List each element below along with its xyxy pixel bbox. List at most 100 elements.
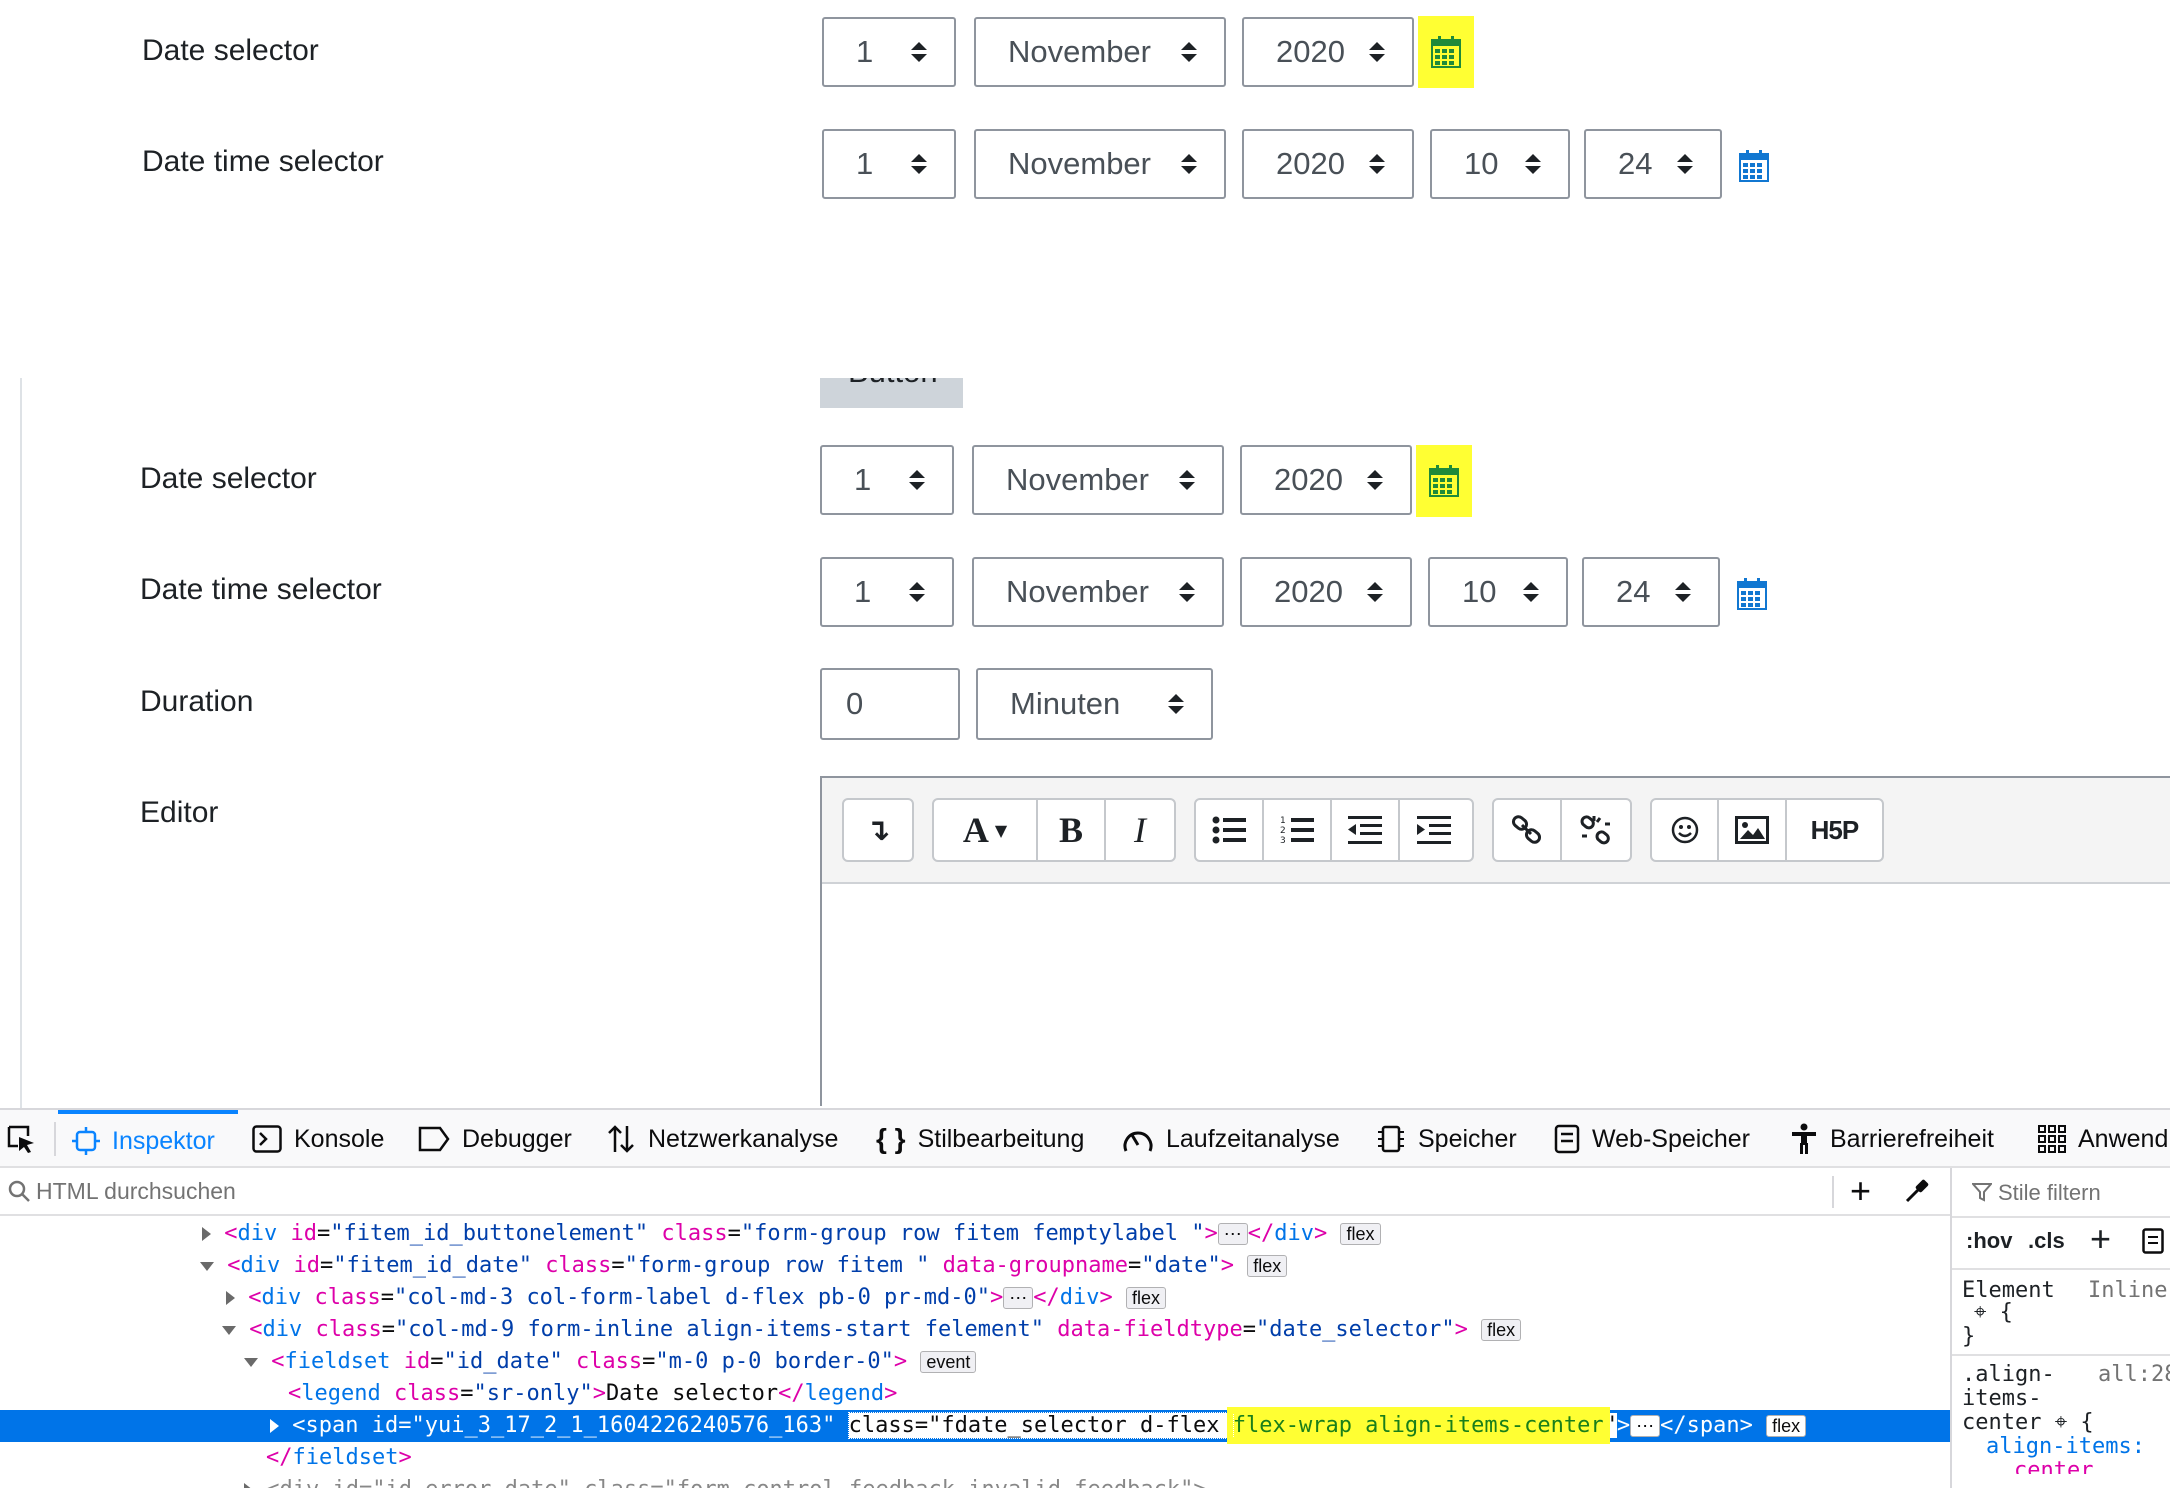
print-media-icon[interactable] bbox=[2142, 1228, 2164, 1254]
calendar-icon[interactable] bbox=[1724, 558, 1780, 630]
expand-icon[interactable] bbox=[244, 1483, 253, 1488]
accessibility-icon bbox=[1792, 1123, 1816, 1154]
tab-label: Inspektor bbox=[112, 1126, 215, 1155]
indent-icon bbox=[1417, 816, 1451, 844]
tab-debugger[interactable]: Debugger bbox=[418, 1110, 572, 1168]
tree-node-selected[interactable]: <span id="yui_3_17_2_1_1604226240576_163… bbox=[0, 1407, 1950, 1444]
day-select[interactable]: 1 bbox=[820, 557, 954, 627]
expand-icon[interactable] bbox=[202, 1227, 211, 1241]
minute-select[interactable]: 24 bbox=[1582, 557, 1720, 627]
italic-button[interactable]: I bbox=[1106, 800, 1174, 860]
styles-filter-input[interactable]: Stile filtern bbox=[1998, 1180, 2101, 1206]
flex-badge[interactable]: flex bbox=[1126, 1287, 1167, 1309]
tree-node[interactable]: <legend class="sr-only">Date selector</l… bbox=[0, 1378, 1950, 1410]
element-picker-button[interactable] bbox=[6, 1110, 36, 1168]
year-select[interactable]: 2020 bbox=[1240, 445, 1412, 515]
ellipsis-badge[interactable]: ⋯ bbox=[1217, 1223, 1248, 1245]
tab-label: Web-Speicher bbox=[1592, 1124, 1750, 1153]
hov-toggle[interactable]: :hov bbox=[1966, 1228, 2012, 1254]
month-select[interactable]: November bbox=[972, 445, 1224, 515]
divider bbox=[1952, 1354, 2170, 1356]
month-select[interactable]: November bbox=[974, 129, 1226, 199]
event-badge[interactable]: event bbox=[920, 1351, 977, 1373]
filter-icon bbox=[1972, 1183, 1992, 1202]
flex-badge[interactable]: flex bbox=[1481, 1319, 1522, 1341]
cls-toggle[interactable]: .cls bbox=[2028, 1228, 2065, 1254]
month-value: November bbox=[1006, 574, 1149, 609]
h5p-button[interactable]: H5P bbox=[1787, 800, 1882, 860]
year-select[interactable]: 2020 bbox=[1242, 17, 1414, 87]
unordered-list-button[interactable] bbox=[1196, 800, 1264, 860]
tab-inspektor[interactable]: Inspektor bbox=[58, 1110, 238, 1168]
sort-arrows-icon bbox=[910, 42, 928, 62]
collapse-button[interactable]: ↴ bbox=[844, 800, 912, 860]
eyedropper-icon[interactable] bbox=[1904, 1178, 1930, 1204]
sort-arrows-icon bbox=[910, 154, 928, 174]
tab-anwendung[interactable]: Anwend bbox=[2038, 1110, 2168, 1168]
tree-node[interactable]: <div id="fitem_id_date" class="form-grou… bbox=[0, 1250, 1950, 1282]
tree-node[interactable]: <div class="col-md-9 form-inline align-i… bbox=[0, 1314, 1950, 1346]
collapse-icon[interactable] bbox=[200, 1261, 214, 1271]
tree-node[interactable]: <div id="id_error_date" class="form-cont… bbox=[0, 1474, 1950, 1488]
duration-unit-select[interactable]: Minuten bbox=[976, 668, 1213, 740]
ellipsis-badge[interactable]: ⋯ bbox=[1630, 1415, 1661, 1437]
ellipsis-badge[interactable]: ⋯ bbox=[1003, 1287, 1034, 1309]
emoji-button[interactable] bbox=[1652, 800, 1720, 860]
indent-button[interactable] bbox=[1400, 800, 1468, 860]
ordered-list-button[interactable]: 123 bbox=[1264, 800, 1332, 860]
add-node-icon[interactable]: + bbox=[1850, 1170, 1871, 1212]
tab-web-speicher[interactable]: Web-Speicher bbox=[1554, 1110, 1750, 1168]
tree-node[interactable]: <div id="fitem_id_buttonelement" class="… bbox=[0, 1218, 1950, 1250]
rule-value[interactable]: center bbox=[2014, 1458, 2093, 1474]
tree-node[interactable]: </fieldset> bbox=[0, 1442, 1950, 1474]
flex-badge[interactable]: flex bbox=[1766, 1415, 1807, 1437]
outdent-button[interactable] bbox=[1332, 800, 1400, 860]
html-search-input[interactable]: HTML durchsuchen bbox=[36, 1178, 236, 1205]
hour-select[interactable]: 10 bbox=[1430, 129, 1570, 199]
tab-netzwerkanalyse[interactable]: Netzwerkanalyse bbox=[606, 1110, 838, 1168]
unlink-button[interactable] bbox=[1562, 800, 1630, 860]
rule-property[interactable]: align-items: bbox=[1986, 1434, 2145, 1459]
year-select[interactable]: 2020 bbox=[1242, 129, 1414, 199]
tab-konsole[interactable]: Konsole bbox=[252, 1110, 384, 1168]
outdent-icon bbox=[1348, 816, 1382, 844]
day-select[interactable]: 1 bbox=[822, 129, 956, 199]
add-rule-icon[interactable]: + bbox=[2090, 1218, 2111, 1260]
sort-arrows-icon bbox=[1180, 42, 1198, 62]
element-rule-open: ⌖ { bbox=[1974, 1300, 2013, 1325]
link-button[interactable] bbox=[1494, 800, 1562, 860]
expand-icon[interactable] bbox=[226, 1291, 235, 1305]
tab-speicher[interactable]: Speicher bbox=[1376, 1110, 1517, 1168]
day-select[interactable]: 1 bbox=[820, 445, 954, 515]
flex-badge[interactable]: flex bbox=[1340, 1223, 1381, 1245]
hour-select[interactable]: 10 bbox=[1428, 557, 1568, 627]
calendar-icon[interactable] bbox=[1416, 445, 1472, 517]
tree-node[interactable]: <div class="col-md-3 col-form-label d-fl… bbox=[0, 1282, 1950, 1314]
tab-barrierefreiheit[interactable]: Barrierefreiheit bbox=[1790, 1110, 1994, 1168]
text-editor[interactable]: ↴ A ▼ B I 123 H5P bbox=[820, 776, 2170, 1106]
minute-select[interactable]: 24 bbox=[1584, 129, 1722, 199]
tree-node[interactable]: <fieldset id="id_date" class="m-0 p-0 bo… bbox=[0, 1346, 1950, 1378]
bold-button[interactable]: B bbox=[1038, 800, 1106, 860]
font-style-button[interactable]: A ▼ bbox=[934, 800, 1038, 860]
day-select[interactable]: 1 bbox=[822, 17, 956, 87]
sort-arrows-icon bbox=[1524, 154, 1542, 174]
year-select[interactable]: 2020 bbox=[1240, 557, 1412, 627]
month-select[interactable]: November bbox=[974, 17, 1226, 87]
duration-input[interactable]: 0 bbox=[820, 668, 960, 740]
tab-stilbearbeitung[interactable]: { } Stilbearbeitung bbox=[876, 1110, 1084, 1168]
sort-arrows-icon bbox=[1676, 154, 1694, 174]
calendar-icon[interactable] bbox=[1726, 130, 1782, 202]
collapse-icon[interactable] bbox=[244, 1357, 258, 1367]
calendar-icon[interactable] bbox=[1418, 16, 1474, 88]
rule-source[interactable]: all:28 bbox=[2098, 1362, 2170, 1387]
collapse-icon[interactable] bbox=[222, 1325, 236, 1335]
image-button[interactable] bbox=[1719, 800, 1787, 860]
rule-selector: center ⌖ { bbox=[1962, 1410, 2094, 1435]
button-element[interactable]: Button bbox=[820, 378, 963, 408]
month-select[interactable]: November bbox=[972, 557, 1224, 627]
tab-label: Konsole bbox=[294, 1124, 385, 1153]
tab-laufzeitanalyse[interactable]: Laufzeitanalyse bbox=[1122, 1110, 1340, 1168]
flex-badge[interactable]: flex bbox=[1247, 1255, 1288, 1277]
expand-icon[interactable] bbox=[270, 1419, 279, 1433]
